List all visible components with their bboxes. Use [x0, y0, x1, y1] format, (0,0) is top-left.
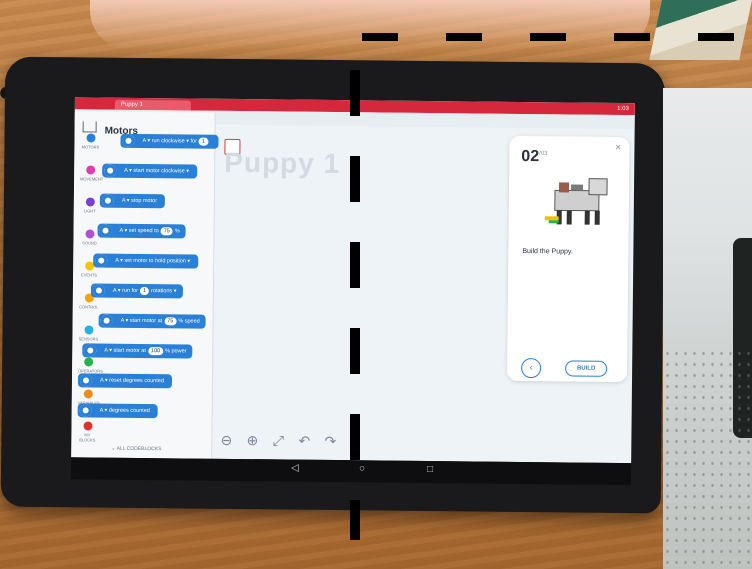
inset-photo — [663, 88, 752, 569]
code-block[interactable]: A ▾ run clockwise ▾ for 1 — [120, 133, 219, 149]
motor-icon — [101, 194, 114, 207]
motor-icon — [104, 164, 117, 177]
block-input[interactable]: 100 — [147, 347, 164, 356]
category-light[interactable]: LIGHT — [80, 197, 100, 214]
category-dot — [85, 133, 96, 143]
dashed-guide-horizontal — [362, 33, 752, 41]
build-button[interactable]: BUILD — [565, 360, 608, 377]
code-block[interactable]: A ▾ start motor at 75% speed — [98, 313, 206, 329]
code-block[interactable]: A ▾ run for 1 rotations ▾ — [90, 283, 183, 299]
paper-stack — [649, 0, 752, 60]
category-dot — [82, 421, 93, 431]
category-dot — [84, 229, 95, 239]
all-codeblocks-label: ALL CODEBLOCKS — [116, 445, 162, 453]
block-suffix: % — [174, 228, 180, 235]
build-card: 02/03 ✕ Build the Puppy. ‹ BUILD › — [507, 135, 630, 383]
step-total: /03 — [539, 150, 548, 157]
code-block[interactable]: A ▾ stop motor — [99, 193, 166, 209]
category-label: SOUND — [82, 240, 97, 246]
category-movement[interactable]: MOVEMENT — [80, 165, 104, 182]
home-icon[interactable] — [82, 121, 97, 133]
block-input[interactable]: 75 — [164, 317, 177, 326]
category-dot — [83, 357, 93, 367]
all-codeblocks-link[interactable]: ⌄ ALL CODEBLOCKS — [111, 446, 161, 453]
category-motors[interactable]: MOTORS — [80, 133, 100, 150]
block-text: A ▾ stop motor — [121, 197, 158, 205]
motor-icon — [99, 224, 112, 237]
tablet-device: Puppy 1 1:03 Motors MOTORS MOVEMENT LIGHT S… — [0, 56, 666, 514]
block-text: A ▾ set speed to — [119, 227, 159, 235]
step-number: 02/03 — [521, 148, 547, 166]
category-label: LIGHT — [83, 208, 96, 214]
motor-icon — [79, 374, 93, 387]
undo-icon[interactable]: ↶ — [291, 433, 317, 450]
puppy-robot-image — [544, 178, 608, 225]
speckled-surface — [663, 348, 752, 569]
motor-icon — [79, 404, 92, 417]
code-block[interactable]: A ▾ start motor at 100% power — [82, 343, 193, 359]
block-text: A ▾ start motor at — [104, 347, 146, 355]
block-text: A ▾ run for — [112, 287, 139, 294]
code-block[interactable]: A ▾ set speed to 75% — [97, 223, 186, 239]
back-icon[interactable]: ◁ — [291, 463, 299, 474]
code-block[interactable]: A ▾ degrees counted — [77, 403, 158, 419]
light-glare — [90, 0, 650, 50]
block-text: A ▾ degrees counted — [99, 407, 150, 415]
category-label: MOVEMENT — [80, 176, 104, 182]
block-text: A ▾ set motor to hold position ▾ — [115, 257, 191, 265]
motor-icon — [95, 254, 108, 267]
block-input[interactable]: 1 — [139, 286, 150, 296]
step-current: 02 — [521, 147, 540, 166]
instruction-text: Build the Puppy. — [522, 247, 573, 256]
category-label: MY BLOCKS — [79, 432, 96, 443]
block-text: A ▾ run clockwise ▾ for — [142, 137, 197, 145]
category-sensors[interactable]: SENSORS — [78, 325, 99, 342]
previous-step-button[interactable]: ‹ — [521, 357, 542, 379]
category-label: CONTROL — [78, 304, 99, 310]
block-suffix: % speed — [178, 318, 200, 325]
zoom-out-icon[interactable]: ⊖ — [213, 432, 239, 449]
motor-icon — [84, 344, 97, 357]
code-block[interactable]: A ▾ start motor clockwise ▾ — [102, 163, 198, 179]
recents-icon[interactable]: □ — [427, 464, 433, 475]
category-sound[interactable]: SOUND — [79, 229, 99, 246]
block-palette: Motors MOTORS MOVEMENT LIGHT SOUND EVENTS CON… — [71, 111, 219, 459]
category-label: MOTORS — [81, 144, 100, 150]
fit-icon[interactable]: ⤢ — [265, 432, 291, 449]
category-dot — [83, 389, 93, 399]
block-suffix: rotations ▾ — [151, 288, 177, 295]
category-my-blocks[interactable]: MY BLOCKS — [77, 421, 97, 443]
category-label: EVENTS — [81, 272, 98, 278]
canvas-tools: ⊖ ⊕ ⤢ ↶ ↷ — [213, 432, 343, 450]
redo-icon[interactable]: ↷ — [317, 433, 343, 450]
block-input[interactable]: 1 — [198, 137, 209, 146]
code-block[interactable]: A ▾ set motor to hold position ▾ — [93, 253, 199, 269]
zoom-in-icon[interactable]: ⊕ — [239, 432, 265, 449]
block-text: A ▾ start motor clockwise ▾ — [124, 167, 190, 175]
dashed-guide-vertical — [350, 70, 360, 540]
motor-icon — [100, 314, 113, 327]
block-text: A ▾ start motor at — [120, 317, 163, 325]
category-operators[interactable]: OPERATORS — [78, 357, 103, 374]
category-label: SENSORS — [78, 336, 99, 342]
motor-icon — [122, 134, 135, 147]
block-text: A ▾ reset degrees counted — [99, 377, 164, 385]
category-dot — [85, 197, 95, 207]
project-title: Puppy 1 — [224, 146, 341, 180]
status-time: 1:03 — [617, 105, 629, 113]
code-block[interactable]: A ▾ reset degrees counted — [77, 373, 172, 389]
block-input[interactable]: 75 — [160, 227, 173, 236]
block-suffix: % power — [165, 348, 187, 355]
category-dot — [85, 165, 95, 175]
motor-icon — [92, 284, 105, 297]
category-dot — [83, 325, 94, 335]
close-icon[interactable]: ✕ — [615, 143, 622, 152]
